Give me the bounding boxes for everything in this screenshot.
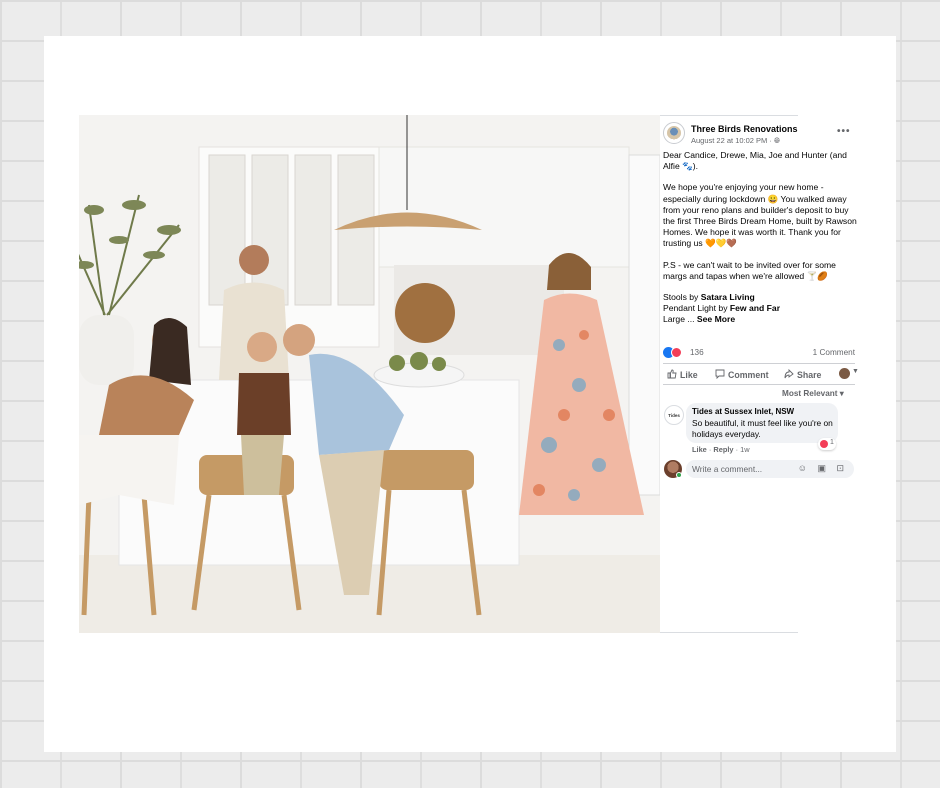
more-options-icon[interactable]: ••• [837,126,851,137]
like-label: Like [680,370,698,380]
comment-count[interactable]: 1 Comment [813,348,855,357]
comment-button[interactable]: Comment [715,369,769,380]
post-paragraph: We hope you're enjoying your new home - … [663,182,857,249]
share-icon [784,369,794,379]
divider [663,363,855,364]
see-more-link[interactable]: See More [697,314,735,324]
composer-icons[interactable]: ☺ ▣ ⊡ [798,463,848,474]
page-avatar[interactable] [663,122,685,144]
share-label: Share [797,370,822,380]
thumbs-up-icon [667,369,677,379]
comment-sort-dropdown[interactable]: Most Relevant ▾ [782,388,844,398]
comment-reactions[interactable]: 1 [818,438,836,450]
comment-age[interactable]: 1w [740,445,749,454]
post-body: Dear Candice, Drewe, Mia, Joe and Hunter… [663,150,858,326]
like-button[interactable]: Like [667,369,698,380]
comment-icon [715,369,725,379]
credit-prefix: Pendant Light by [663,303,730,314]
commenter-name-link[interactable]: Tides at Sussex Inlet, NSW [692,407,794,416]
comment-bubble: Tides at Sussex Inlet, NSW So beautiful,… [686,403,838,443]
credit-prefix: Large ... [663,314,697,325]
love-reaction-icon [820,440,828,448]
credit-prefix: Stools by [663,292,701,303]
profile-avatar-selector[interactable] [839,368,850,379]
divider [660,632,798,633]
chevron-down-icon[interactable]: ▼ [852,368,859,375]
comment-reaction-count: 1 [830,439,834,446]
post-paragraph: P.S - we can't wait to be invited over f… [663,259,836,281]
globe-icon: 🌐︎ [773,136,780,145]
online-status-dot [676,472,682,478]
write-comment-placeholder: Write a comment... [692,464,763,474]
post-timestamp[interactable]: August 22 at 10:02 PM · 🌐︎ [691,136,780,146]
post-date: August 22 at 10:02 PM · [691,136,774,145]
post-paragraph: Dear Candice, Drewe, Mia, Joe and Hunter… [663,150,847,172]
credit-line: Stools by Satara Living [663,292,858,303]
comment-label: Comment [728,370,769,380]
comment-like-button[interactable]: Like [692,445,707,454]
satara-living-link[interactable]: Satara Living [701,292,755,302]
reaction-count[interactable]: 136 [690,348,704,357]
write-comment-input[interactable]: Write a comment... ☺ ▣ ⊡ [686,460,854,478]
action-bar: Like Comment Share ▼ [663,367,859,383]
share-button[interactable]: Share [784,369,821,380]
comment-reply-button[interactable]: Reply [713,445,733,454]
credit-line: Large ... See More [663,314,858,325]
post-photo[interactable] [79,115,660,633]
comment-text: So beautiful, it must feel like you're o… [692,418,833,439]
few-and-far-link[interactable]: Few and Far [730,303,780,313]
credit-line: Pendant Light by Few and Far [663,303,858,314]
comment-meta: Like · Reply · 1w [692,445,750,454]
page-logo-icon [667,126,681,140]
reactions-summary[interactable] [663,347,682,358]
commenter-avatar[interactable]: Tides [664,405,684,425]
divider [663,384,855,385]
love-reaction-icon [671,347,682,358]
divider [660,115,798,116]
page-name-link[interactable]: Three Birds Renovations [691,124,798,134]
post-stats: 136 1 Comment [663,346,855,360]
